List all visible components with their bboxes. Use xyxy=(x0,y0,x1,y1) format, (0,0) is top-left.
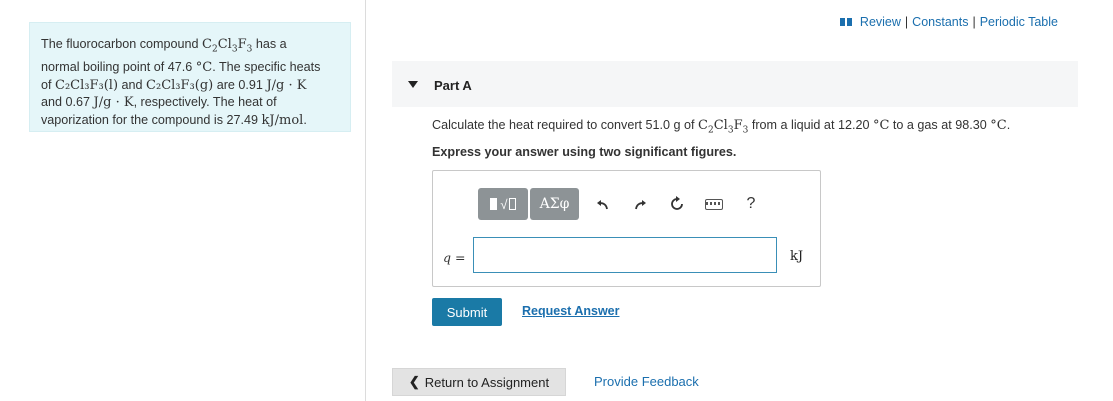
problem-text-part: , respectively. The heat of xyxy=(133,95,277,110)
chevron-left-icon: ❮ xyxy=(408,374,420,389)
review-link[interactable]: Review xyxy=(860,15,901,29)
question-text-part: to a gas at 98.30 xyxy=(889,118,991,132)
problem-text-part: . The specific heats xyxy=(212,60,321,75)
reset-icon xyxy=(671,196,683,210)
undo-button[interactable] xyxy=(587,188,619,220)
answer-unit: kJ xyxy=(790,249,804,264)
redo-icon xyxy=(635,200,646,210)
unit-degc: °C xyxy=(195,60,213,76)
problem-text-part: and xyxy=(118,77,147,92)
return-label: Return to Assignment xyxy=(424,374,550,390)
problem-text-part: vaporization for the compound is 27.49 xyxy=(41,112,262,127)
formula: C2Cl3F3 xyxy=(698,118,749,136)
question-text-part: . xyxy=(1006,118,1011,132)
problem-text-part: . xyxy=(303,112,307,127)
keyboard-icon xyxy=(705,198,723,210)
request-answer-link[interactable]: Request Answer xyxy=(522,304,619,318)
answer-variable-label: q = xyxy=(443,250,465,265)
column-divider xyxy=(365,0,366,401)
part-header[interactable]: Part A xyxy=(392,61,1078,107)
formula-gas: C₂Cl₃F₃(g) xyxy=(146,77,214,93)
answer-instruction: Express your answer using two significan… xyxy=(432,145,737,159)
keyboard-button[interactable] xyxy=(698,188,730,220)
resource-links: Review | Constants | Periodic Table xyxy=(839,15,1058,29)
undo-icon xyxy=(597,200,608,210)
problem-text-part: are 0.91 xyxy=(213,77,267,92)
formula: C2Cl3F3 xyxy=(202,37,253,55)
link-separator: | xyxy=(972,15,976,29)
question-text-part: from a liquid at 12.20 xyxy=(748,118,873,132)
problem-text-part: and 0.67 xyxy=(41,95,94,110)
answer-input[interactable] xyxy=(473,237,777,273)
problem-text: The fluorocarbon compound C2Cl3F3 has a … xyxy=(41,36,346,129)
question-text-part: Calculate the heat required to convert 5… xyxy=(432,118,699,132)
help-button[interactable]: ? xyxy=(735,188,767,220)
template-icon xyxy=(508,198,516,210)
answer-variable: q xyxy=(443,250,452,265)
submit-button[interactable]: Submit xyxy=(432,298,502,326)
unit-jgk: J/g · K xyxy=(266,77,307,93)
collapse-triangle-icon[interactable] xyxy=(408,81,418,88)
unit-kjmol: kJ/mol xyxy=(261,112,304,128)
problem-text-part: normal boiling point of 47.6 xyxy=(41,60,196,75)
unit-jgk: J/g · K xyxy=(93,95,134,111)
answer-panel: √ ΑΣφ ? q = kJ xyxy=(432,170,821,287)
book-icon xyxy=(839,17,852,27)
equals-sign: = xyxy=(451,250,466,265)
unit-degc: °C xyxy=(990,118,1007,133)
problem-text-part: The fluorocarbon compound xyxy=(41,37,203,51)
math-toolbar: √ ΑΣφ ? xyxy=(478,188,767,220)
template-icon xyxy=(490,198,498,210)
question-text: Calculate the heat required to convert 5… xyxy=(432,118,1010,136)
problem-statement-panel: The fluorocarbon compound C2Cl3F3 has a … xyxy=(29,22,351,132)
templates-button[interactable]: √ xyxy=(478,188,528,220)
redo-button[interactable] xyxy=(624,188,656,220)
link-separator: | xyxy=(904,15,909,29)
greek-symbols-button[interactable]: ΑΣφ xyxy=(530,188,579,220)
sqrt-icon: √ xyxy=(500,196,508,212)
problem-text-part: of xyxy=(41,77,56,92)
return-to-assignment-button[interactable]: ❮ Return to Assignment xyxy=(392,368,566,396)
part-title: Part A xyxy=(434,78,472,93)
periodic-table-link[interactable]: Periodic Table xyxy=(980,15,1058,29)
reset-button[interactable] xyxy=(661,188,693,220)
provide-feedback-link[interactable]: Provide Feedback xyxy=(594,374,699,389)
unit-degc: °C xyxy=(872,118,890,133)
constants-link[interactable]: Constants xyxy=(912,15,968,29)
formula-liquid: C₂Cl₃F₃(l) xyxy=(55,77,119,93)
problem-text-part: has a xyxy=(252,37,287,51)
